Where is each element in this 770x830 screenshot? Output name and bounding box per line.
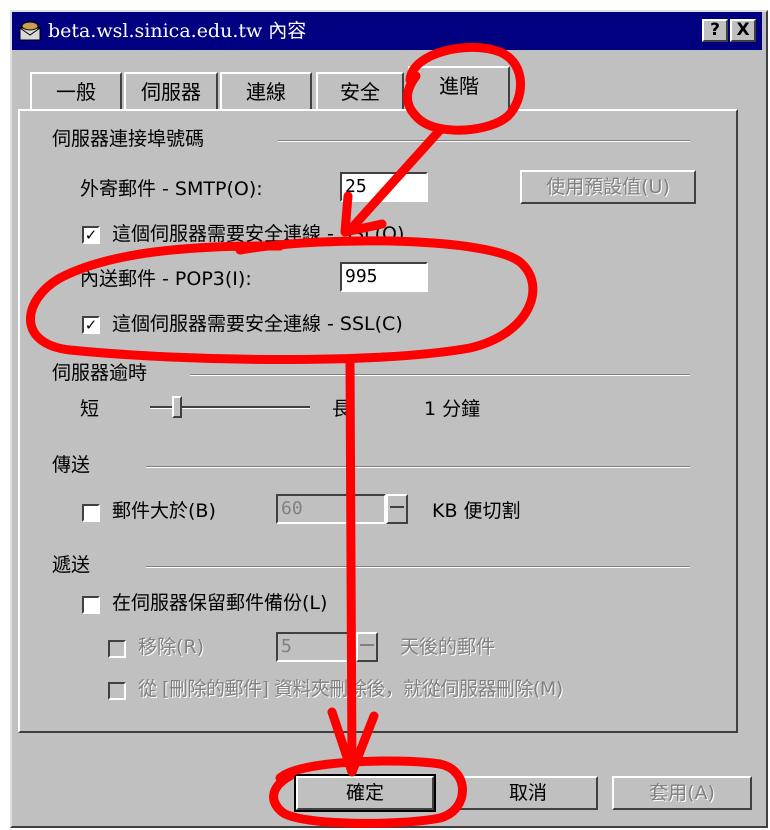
sending-separator: [146, 466, 690, 468]
cancel-button[interactable]: 取消: [458, 776, 598, 810]
help-button[interactable]: ?: [702, 19, 728, 42]
tab-general[interactable]: 一般: [30, 72, 122, 114]
timeout-slider-thumb[interactable]: [172, 396, 182, 418]
leave-copy-label: 在伺服器保留郵件備份(L): [112, 592, 328, 614]
mail-account-icon: [18, 20, 42, 42]
delivery-separator: [146, 566, 690, 568]
window-title: beta.wsl.sinica.edu.tw 內容: [48, 20, 307, 42]
timeout-section-label: 伺服器逾時: [52, 362, 148, 384]
split-message-label: 郵件大於(B): [112, 500, 216, 522]
pop3-port-label: 內送郵件 - POP3(I):: [80, 268, 252, 290]
apply-button[interactable]: 套用(A): [612, 776, 752, 810]
remove-days-spinner[interactable]: [356, 632, 378, 662]
tab-advanced[interactable]: 進階: [408, 66, 510, 112]
timeout-value-label: 1 分鐘: [424, 398, 481, 420]
pop3-ssl-label: 這個伺服器需要安全連線 - SSL(C): [112, 313, 403, 335]
pop3-ssl-checkbox[interactable]: ✓: [82, 316, 100, 334]
leave-copy-checkbox[interactable]: [82, 596, 100, 614]
ok-button[interactable]: 確定: [294, 774, 436, 812]
remove-after-label: 移除(R): [138, 636, 205, 658]
split-size-spinner[interactable]: [386, 494, 408, 524]
pop3-port-input[interactable]: 995: [340, 262, 428, 292]
smtp-port-label: 外寄郵件 - SMTP(O):: [80, 178, 263, 200]
title-bar: beta.wsl.sinica.edu.tw 內容 ? X: [12, 12, 762, 50]
smtp-ssl-label: 這個伺服器需要安全連線 - SSL(Q): [112, 223, 405, 245]
sending-section-label: 傳送: [52, 454, 91, 476]
delivery-section-label: 遞送: [52, 554, 91, 576]
split-size-input[interactable]: 60: [276, 494, 386, 524]
tab-servers[interactable]: 伺服器: [124, 72, 218, 114]
timeout-short-label: 短: [80, 398, 100, 420]
use-defaults-label: 使用預設值(U): [546, 176, 670, 198]
split-message-checkbox[interactable]: [82, 504, 100, 522]
ports-separator: [278, 140, 690, 142]
timeout-separator: [190, 374, 690, 376]
ports-section-label: 伺服器連接埠號碼: [52, 128, 205, 150]
smtp-ssl-checkbox[interactable]: ✓: [82, 226, 100, 244]
remove-days-unit-label: 天後的郵件: [400, 636, 496, 658]
remove-after-checkbox[interactable]: [108, 640, 126, 658]
remove-deleted-label: 從 [刪除的郵件] 資料夾刪除後，就從伺服器刪除(M): [138, 678, 563, 700]
smtp-port-input[interactable]: 25: [340, 172, 428, 202]
tab-security[interactable]: 安全: [316, 72, 404, 114]
close-button[interactable]: X: [730, 19, 756, 42]
remove-deleted-checkbox[interactable]: [108, 682, 126, 700]
split-unit-label: KB 便切割: [432, 500, 521, 522]
remove-days-input[interactable]: 5: [276, 632, 356, 662]
tab-connection[interactable]: 連線: [220, 72, 312, 114]
use-defaults-button[interactable]: 使用預設值(U): [520, 170, 696, 204]
timeout-long-label: 長: [332, 398, 352, 420]
